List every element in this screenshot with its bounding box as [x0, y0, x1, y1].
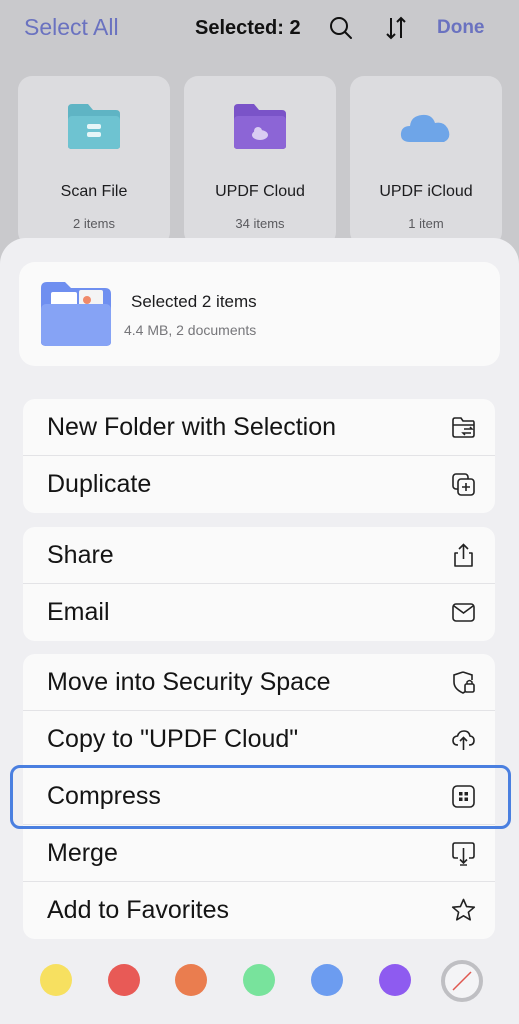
menu-item-new-folder-with-selection[interactable]: New Folder with Selection [23, 399, 495, 456]
card-name: Scan File [60, 183, 128, 200]
action-group-3: Move into Security Space Copy to "UPDF C… [23, 654, 495, 939]
menu-item-label: New Folder with Selection [47, 413, 337, 441]
cloud-upload-icon [452, 730, 475, 750]
summary-subtitle: 4.4 MB, 2 documents [124, 322, 257, 338]
color-tag-yellow[interactable] [40, 964, 72, 996]
menu-item-copy-to-updf-cloud[interactable]: Copy to "UPDF Cloud" [23, 711, 495, 768]
color-tag-row [0, 960, 519, 1002]
action-group-1: New Folder with Selection Duplicate [23, 399, 495, 513]
purple-cloud-folder-icon [234, 104, 286, 149]
color-tag-blue[interactable] [311, 964, 343, 996]
menu-item-share[interactable]: Share [23, 527, 495, 584]
action-sheet: Selected 2 items 4.4 MB, 2 documents New… [0, 238, 519, 1024]
envelope-icon [452, 603, 475, 622]
menu-item-merge[interactable]: Merge [23, 825, 495, 882]
sort-icon[interactable] [382, 14, 410, 42]
card-name: UPDF iCloud [379, 183, 473, 200]
menu-item-label: Duplicate [47, 470, 152, 498]
top-bar: Select All Selected: 2 Done [0, 0, 519, 58]
shield-lock-icon [453, 671, 475, 694]
menu-item-label: Compress [47, 782, 161, 810]
menu-item-label: Add to Favorites [47, 896, 230, 924]
star-icon [451, 898, 476, 921]
menu-item-label: Copy to "UPDF Cloud" [47, 725, 299, 753]
compress-icon [452, 785, 475, 808]
selection-folder-icon [41, 282, 111, 346]
color-tag-purple[interactable] [379, 964, 411, 996]
teal-folder-icon [68, 104, 120, 149]
menu-item-label: Merge [47, 839, 118, 867]
card-count: 1 item [408, 216, 444, 231]
color-tag-green[interactable] [243, 964, 275, 996]
folder-card-updf-icloud[interactable]: UPDF iCloud 1 item [350, 76, 502, 246]
select-all-button[interactable]: Select All [24, 14, 119, 41]
search-icon[interactable] [327, 14, 355, 42]
folder-move-icon [452, 417, 475, 438]
summary-title: Selected 2 items [131, 292, 257, 311]
merge-icon [452, 842, 475, 866]
color-tag-none[interactable] [441, 960, 483, 1002]
menu-item-duplicate[interactable]: Duplicate [23, 456, 495, 513]
menu-item-compress[interactable]: Compress [23, 768, 495, 825]
menu-item-label: Move into Security Space [47, 668, 331, 696]
folder-card-scan-file[interactable]: Scan File 2 items [18, 76, 170, 246]
selected-count: Selected: 2 [195, 17, 301, 39]
action-group-2: Share Email [23, 527, 495, 641]
folder-card-updf-cloud[interactable]: UPDF Cloud 34 items [184, 76, 336, 246]
duplicate-icon [452, 473, 475, 496]
card-count: 34 items [235, 216, 285, 231]
color-tag-red[interactable] [108, 964, 140, 996]
menu-item-label: Email [47, 598, 110, 626]
folder-cards: Scan File 2 items UPDF Cloud 34 items UP… [18, 76, 502, 246]
card-count: 2 items [73, 216, 115, 231]
menu-item-label: Share [47, 541, 114, 569]
menu-item-move-into-security-space[interactable]: Move into Security Space [23, 654, 495, 711]
menu-item-email[interactable]: Email [23, 584, 495, 641]
icloud-icon [400, 114, 450, 142]
done-button[interactable]: Done [437, 17, 485, 39]
card-name: UPDF Cloud [215, 183, 305, 200]
menu-item-add-to-favorites[interactable]: Add to Favorites [23, 882, 495, 939]
share-icon [454, 543, 473, 567]
color-tag-orange[interactable] [175, 964, 207, 996]
no-color-slash-icon [452, 971, 472, 991]
selection-summary: Selected 2 items 4.4 MB, 2 documents [19, 262, 500, 366]
